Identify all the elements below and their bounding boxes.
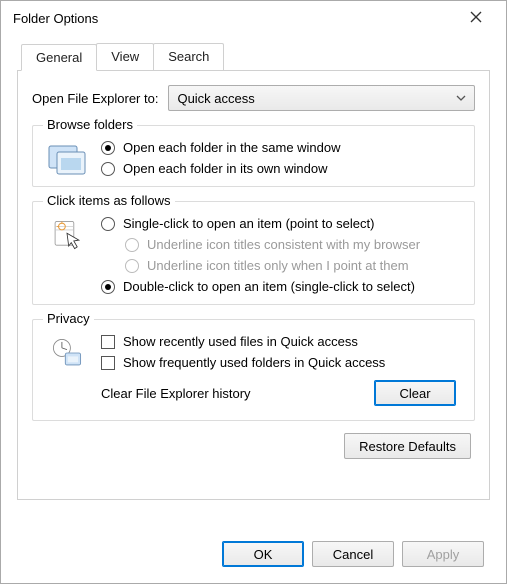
radio-underline-point-label: Underline icon titles only when I point …: [147, 258, 409, 273]
radio-indicator-icon: [101, 162, 115, 176]
check-frequent-folders-label: Show frequently used folders in Quick ac…: [123, 355, 385, 370]
restore-defaults-button[interactable]: Restore Defaults: [344, 433, 471, 459]
close-button[interactable]: [458, 4, 494, 32]
radio-own-window[interactable]: Open each folder in its own window: [101, 161, 464, 176]
radio-indicator-icon: [125, 259, 139, 273]
radio-same-window[interactable]: Open each folder in the same window: [101, 140, 464, 155]
folder-options-dialog: Folder Options General View Search Open …: [0, 0, 507, 584]
tab-strip: General View Search: [21, 43, 490, 70]
cancel-button[interactable]: Cancel: [312, 541, 394, 567]
radio-double-click-label: Double-click to open an item (single-cli…: [123, 279, 415, 294]
chevron-down-icon: [456, 91, 466, 106]
radio-own-window-label: Open each folder in its own window: [123, 161, 328, 176]
tab-panel-general: Open File Explorer to: Quick access Brow…: [17, 70, 490, 500]
open-explorer-label: Open File Explorer to:: [32, 91, 158, 106]
check-recent-files-label: Show recently used files in Quick access: [123, 334, 358, 349]
checkbox-indicator-icon: [101, 335, 115, 349]
dialog-body: General View Search Open File Explorer t…: [1, 35, 506, 529]
group-click-items: Click items as follows: [32, 201, 475, 305]
group-privacy-legend: Privacy: [43, 311, 94, 326]
radio-double-click[interactable]: Double-click to open an item (single-cli…: [101, 279, 464, 294]
radio-underline-browser: Underline icon titles consistent with my…: [125, 237, 464, 252]
radio-indicator-icon: [101, 280, 115, 294]
dialog-footer: OK Cancel Apply: [1, 529, 506, 583]
group-browse-folders: Browse folders Open e: [32, 125, 475, 187]
group-privacy: Privacy: [32, 319, 475, 421]
tab-general[interactable]: General: [21, 44, 97, 71]
group-click-items-legend: Click items as follows: [43, 193, 175, 208]
cancel-button-label: Cancel: [333, 547, 373, 562]
open-explorer-value: Quick access: [177, 91, 254, 106]
radio-indicator-icon: [101, 141, 115, 155]
checkbox-indicator-icon: [101, 356, 115, 370]
radio-single-click[interactable]: Single-click to open an item (point to s…: [101, 216, 464, 231]
radio-single-click-label: Single-click to open an item (point to s…: [123, 216, 374, 231]
clear-history-label: Clear File Explorer history: [101, 386, 251, 401]
radio-indicator-icon: [125, 238, 139, 252]
tab-host: General View Search Open File Explorer t…: [17, 43, 490, 500]
radio-underline-point: Underline icon titles only when I point …: [125, 258, 464, 273]
close-icon: [470, 11, 482, 26]
ok-button-label: OK: [254, 547, 273, 562]
window-title: Folder Options: [13, 11, 98, 26]
privacy-icon: [43, 334, 91, 370]
ok-button[interactable]: OK: [222, 541, 304, 567]
open-explorer-row: Open File Explorer to: Quick access: [32, 85, 475, 111]
check-frequent-folders[interactable]: Show frequently used folders in Quick ac…: [101, 355, 464, 370]
radio-underline-browser-label: Underline icon titles consistent with my…: [147, 237, 420, 252]
tab-search[interactable]: Search: [153, 43, 224, 70]
tab-view[interactable]: View: [96, 43, 154, 70]
click-items-icon: [43, 216, 91, 294]
clear-button-label: Clear: [399, 386, 430, 401]
radio-indicator-icon: [101, 217, 115, 231]
titlebar: Folder Options: [1, 1, 506, 35]
group-browse-folders-legend: Browse folders: [43, 117, 137, 132]
open-explorer-select[interactable]: Quick access: [168, 85, 475, 111]
clear-button[interactable]: Clear: [374, 380, 456, 406]
radio-same-window-label: Open each folder in the same window: [123, 140, 341, 155]
check-recent-files[interactable]: Show recently used files in Quick access: [101, 334, 464, 349]
browse-folders-icon: [43, 140, 91, 176]
apply-button: Apply: [402, 541, 484, 567]
apply-button-label: Apply: [427, 547, 460, 562]
restore-defaults-label: Restore Defaults: [359, 439, 456, 454]
